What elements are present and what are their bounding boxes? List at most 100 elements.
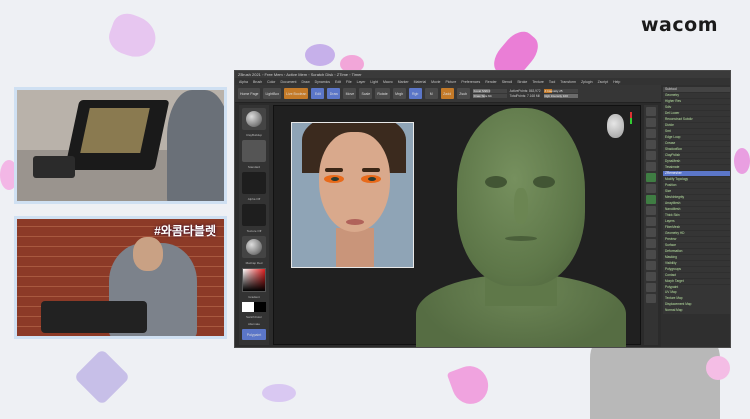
panel-item[interactable]: Polypaint [663,284,730,290]
menu-color[interactable]: Color [266,80,276,84]
bpr-icon[interactable] [646,107,656,116]
panel-item[interactable]: Displacement Map [663,302,730,308]
alternate-label[interactable]: Alternate [248,322,260,326]
panel-item[interactable]: Thick Skin [663,212,730,218]
panel-item[interactable]: Higher Res [663,98,730,105]
menu-draw[interactable]: Draw [300,80,310,84]
panel-item[interactable]: Layers [663,218,730,224]
menu-render[interactable]: Render [484,80,497,84]
menu-stencil[interactable]: Stencil [501,80,514,84]
menu-layer[interactable]: Layer [356,80,367,84]
menu-preferences[interactable]: Preferences [460,80,481,84]
panel-item[interactable]: FiberMesh [663,224,730,230]
menu-edit[interactable]: Edit [334,80,342,84]
lsym-icon[interactable] [646,206,656,215]
panel-item[interactable]: ArrayMesh [663,200,730,206]
panel-item[interactable]: Geometry [663,93,730,99]
menu-tool[interactable]: Tool [548,80,556,84]
polyf-icon[interactable] [646,261,656,270]
menu-transform[interactable]: Transform [559,80,577,84]
subtool-header[interactable]: Subtool [663,87,730,92]
draw-button[interactable]: Draw [327,88,341,99]
floor-icon[interactable] [646,184,656,193]
polypaint-button[interactable]: Polypaint [242,329,266,340]
material-selector[interactable] [242,236,266,258]
panel-item[interactable]: Visibility [663,260,730,266]
zoom-view-icon[interactable] [646,239,656,248]
panel-item[interactable]: Polygroups [663,266,730,272]
spix-icon[interactable] [646,118,656,127]
panel-item[interactable]: Del Lower [663,110,730,117]
panel-item[interactable]: DynaMesh [663,158,730,165]
xpose-icon[interactable] [646,294,656,303]
panel-item-selected[interactable]: ZRemesher [663,170,730,176]
lightbox-button[interactable]: LightBox [263,88,282,99]
solo-icon[interactable] [646,283,656,292]
aahalf-icon[interactable] [646,162,656,171]
panel-item[interactable]: NanoMesh [663,206,730,212]
scroll-icon[interactable] [646,129,656,138]
menu-zscript[interactable]: Zscript [597,80,610,84]
frame-icon[interactable] [646,217,656,226]
zoom-icon[interactable] [646,140,656,149]
panel-item[interactable]: Deformation [663,248,730,254]
panel-item[interactable]: Divide [663,122,730,129]
menu-zplugin[interactable]: Zplugin [580,80,593,84]
local-icon[interactable] [646,195,656,204]
menu-picture[interactable]: Picture [444,80,457,84]
rgb-button[interactable]: Rgb [408,88,422,99]
panel-item[interactable]: Tessimate [663,164,730,170]
texture-selector[interactable] [242,204,266,226]
panel-item[interactable]: Morph Target [663,278,730,284]
rgb-intensity-slider[interactable]: Rgb Intensity 100 [543,94,578,98]
panel-item[interactable]: MeshIntegrity [663,194,730,200]
actual-icon[interactable] [646,151,656,160]
m-button[interactable]: M [424,88,438,99]
menu-dynamics[interactable]: Dynamics [314,80,331,84]
navigation-head-icon[interactable] [607,114,624,138]
menu-alpha[interactable]: Alpha [238,80,249,84]
panel-item[interactable]: Contact [663,272,730,278]
color-swatch[interactable] [242,302,266,312]
panel-item[interactable]: Position [663,182,730,188]
rotate-view-icon[interactable] [646,250,656,259]
focal-shift-slider[interactable]: Focal Shift 0 [472,89,507,93]
axis-gizmo-icon[interactable] [628,112,634,126]
live-boolean-button[interactable]: Live Boolean [284,88,309,99]
menu-document[interactable]: Document [279,80,297,84]
panel-item[interactable]: Smt [663,128,730,135]
panel-item[interactable]: Preview [663,236,730,242]
panel-item[interactable]: UV Map [663,290,730,296]
menu-file[interactable]: File [345,80,353,84]
z-intensity-slider[interactable]: Z Intensity 25 [543,89,578,93]
panel-item[interactable]: Crease [663,140,730,147]
menu-brush[interactable]: Brush [252,80,263,84]
panel-item[interactable]: Normal Map [663,308,730,314]
scale-button[interactable]: Scale [359,88,373,99]
switch-color-label[interactable]: SwitchColor [246,315,262,319]
menu-help[interactable]: Help [612,80,621,84]
alpha-selector[interactable] [242,172,266,194]
move-view-icon[interactable] [646,228,656,237]
menu-stroke[interactable]: Stroke [516,80,528,84]
zadd-button[interactable]: Zadd [440,88,454,99]
color-picker[interactable] [242,268,266,292]
panel-item[interactable]: Texture Map [663,296,730,302]
panel-item[interactable]: Masking [663,254,730,260]
edit-button[interactable]: Edit [311,88,325,99]
menu-movie[interactable]: Movie [430,80,441,84]
persp-icon[interactable] [646,173,656,182]
menu-macro[interactable]: Macro [382,80,394,84]
viewport-canvas[interactable] [273,105,641,347]
panel-item[interactable]: Geometry HD [663,230,730,236]
panel-item[interactable]: Edge Loop [663,134,730,141]
brush-selector[interactable] [242,108,266,130]
panel-item[interactable]: Reconstruct Subdiv [663,116,730,123]
zsub-button[interactable]: Zsub [456,88,470,99]
home-page-button[interactable]: Home Page [238,88,261,99]
sculpt-model-head[interactable] [457,108,585,286]
draw-size-slider[interactable]: Draw Size 64 [472,94,507,98]
menu-texture[interactable]: Texture [531,80,544,84]
menu-light[interactable]: Light [369,80,379,84]
mrgb-button[interactable]: Mrgb [392,88,406,99]
